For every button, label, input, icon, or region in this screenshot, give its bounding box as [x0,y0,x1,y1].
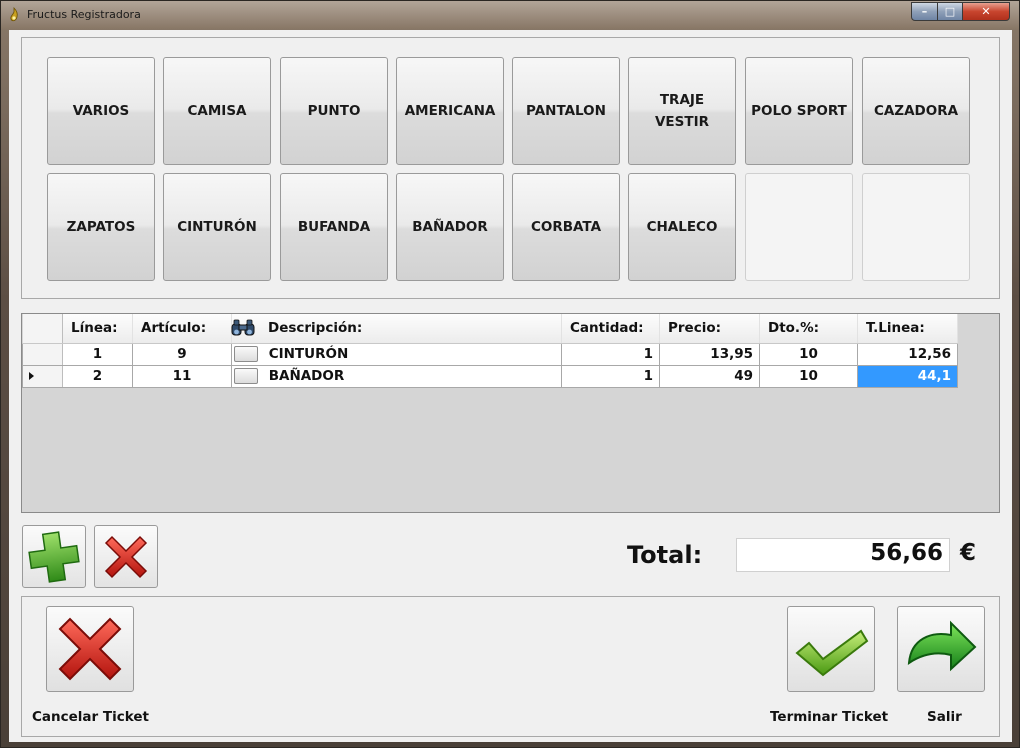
title-bar[interactable]: Fructus Registradora – □ ✕ [1,1,1019,29]
cell-dto[interactable]: 10 [759,364,858,388]
currency-symbol: € [960,540,977,566]
lookup-button[interactable] [234,346,258,362]
category-label: PUNTO [307,103,361,119]
column-header-linea[interactable]: Línea: [62,314,133,344]
row-indicator[interactable] [22,364,63,388]
category-label: TRAJE VESTIR [654,92,710,130]
cell-precio[interactable]: 49 [659,364,760,388]
category-label: POLO SPORT [751,103,847,119]
category-button-varios[interactable]: VARIOS [47,57,155,165]
cell-linea[interactable]: 2 [62,364,133,388]
exit-label: Salir [927,709,962,725]
plus-icon [28,530,80,583]
category-button-cazadora[interactable]: CAZADORA [862,57,970,165]
column-header-articulo[interactable]: Artículo: [132,314,232,344]
app-window: Fructus Registradora – □ ✕ VARIOS CAMISA… [0,0,1020,748]
category-button-cinturon[interactable]: CINTURÓN [163,173,271,281]
cell-tlinea[interactable]: 12,56 [857,342,958,366]
check-icon [795,629,869,677]
total-value-field: 56,66 [736,538,950,572]
row-indicator[interactable] [22,342,63,366]
cell-precio[interactable]: 13,95 [659,342,760,366]
cell-articulo[interactable]: 9 [132,342,232,366]
cell-cantidad[interactable]: 1 [561,364,660,388]
column-header-cantidad[interactable]: Cantidad: [561,314,660,344]
category-button-corbata[interactable]: CORBATA [512,173,620,281]
close-icon: ✕ [981,5,991,18]
category-button-pantalon[interactable]: PANTALON [512,57,620,165]
category-button-empty[interactable] [745,173,853,281]
category-label: ZAPATOS [66,219,136,235]
column-header-tlinea[interactable]: T.Linea: [857,314,958,344]
category-label: CAMISA [187,103,247,119]
current-row-arrow-icon [29,372,34,380]
maximize-icon: □ [944,5,956,18]
cell-descripcion[interactable]: BAÑADOR [231,364,562,388]
binoculars-icon [231,319,255,336]
category-label: BAÑADOR [412,219,488,235]
cell-dto[interactable]: 10 [759,342,858,366]
cell-tlinea-selected[interactable]: 44,1 [857,364,958,388]
category-button-zapatos[interactable]: ZAPATOS [47,173,155,281]
cell-descripcion[interactable]: CINTURÓN [231,342,562,366]
ticket-lines-table: Línea: Artículo: Descripción: Cantidad: … [22,314,958,388]
category-label: AMERICANA [404,103,496,119]
column-header-dto[interactable]: Dto.%: [759,314,858,344]
category-button-punto[interactable]: PUNTO [280,57,388,165]
total-label: Total: [627,541,703,569]
app-icon [10,7,18,22]
table-row[interactable]: 2 11 BAÑADOR 1 49 10 44,1 [22,364,958,388]
cell-descripcion-text: CINTURÓN [268,346,349,362]
close-button[interactable]: ✕ [962,2,1010,21]
ticket-lines-grid: Línea: Artículo: Descripción: Cantidad: … [21,313,1000,513]
delete-line-button[interactable] [94,525,158,588]
grid-background: Línea: Artículo: Descripción: Cantidad: … [22,314,999,512]
minimize-icon: – [921,5,928,18]
lookup-button[interactable] [234,368,258,384]
category-label: CAZADORA [873,103,959,119]
cell-cantidad[interactable]: 1 [561,342,660,366]
add-line-button[interactable] [22,525,86,588]
finish-ticket-label: Terminar Ticket [770,709,889,725]
category-button-bufanda[interactable]: BUFANDA [280,173,388,281]
x-icon [104,535,148,578]
category-label: CORBATA [530,219,602,235]
category-label: PANTALON [526,103,606,119]
category-label: VARIOS [72,103,130,119]
category-button-polo-sport[interactable]: POLO SPORT [745,57,853,165]
exit-button[interactable] [897,606,985,692]
arrow-exit-icon [907,620,977,672]
category-panel: VARIOS CAMISA PUNTO AMERICANA PANTALON T… [21,37,1000,299]
column-header-label: Descripción: [268,320,363,337]
cell-descripcion-text: BAÑADOR [268,368,345,384]
cell-articulo[interactable]: 11 [132,364,232,388]
cancel-ticket-label: Cancelar Ticket [32,709,149,725]
category-label: BUFANDA [297,219,371,235]
category-button-banador[interactable]: BAÑADOR [396,173,504,281]
category-button-empty[interactable] [862,173,970,281]
cancel-ticket-button[interactable] [46,606,134,692]
ticket-actions-panel: Cancelar Ticket Terminar Ticket Salir [21,596,1000,737]
category-button-chaleco[interactable]: CHALECO [628,173,736,281]
category-label: CINTURÓN [177,219,257,235]
grid-header-row: Línea: Artículo: Descripción: Cantidad: … [22,314,958,344]
x-icon [58,617,122,681]
minimize-button[interactable]: – [911,2,938,21]
category-label: CHALECO [646,219,718,235]
category-button-americana[interactable]: AMERICANA [396,57,504,165]
maximize-button[interactable]: □ [937,2,963,21]
column-header-descripcion[interactable]: Descripción: [231,314,562,344]
table-row[interactable]: 1 9 CINTURÓN 1 13,95 10 12,56 [22,342,958,366]
column-header-precio[interactable]: Precio: [659,314,760,344]
finish-ticket-button[interactable] [787,606,875,692]
window-title: Fructus Registradora [27,8,141,21]
client-area: VARIOS CAMISA PUNTO AMERICANA PANTALON T… [9,30,1012,742]
row-indicator-header [22,314,63,344]
category-button-camisa[interactable]: CAMISA [163,57,271,165]
cell-linea[interactable]: 1 [62,342,133,366]
category-button-traje-vestir[interactable]: TRAJE VESTIR [628,57,736,165]
